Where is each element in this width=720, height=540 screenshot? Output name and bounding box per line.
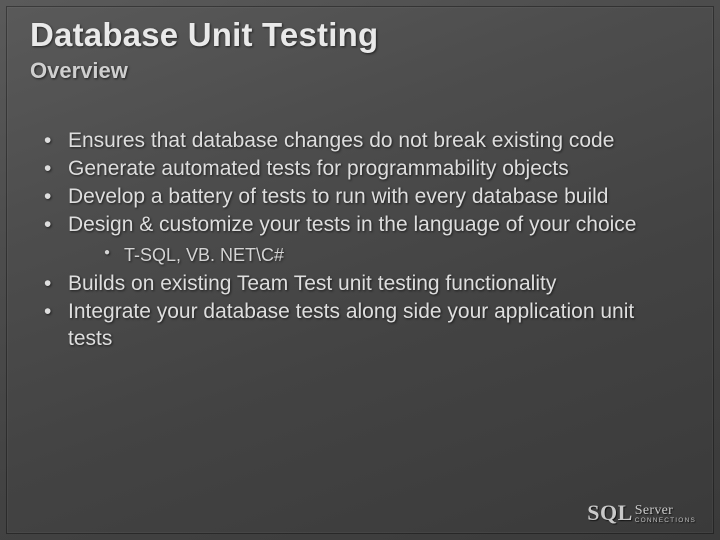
- list-item-text: Builds on existing Team Test unit testin…: [68, 272, 556, 295]
- list-item-text: Ensures that database changes do not bre…: [68, 129, 614, 152]
- logo-server-wrap: Server CONNECTIONS: [635, 505, 696, 523]
- list-item: Integrate your database tests along side…: [38, 299, 680, 353]
- sub-list-item: T-SQL, VB. NET\C#: [68, 243, 680, 267]
- footer-logo: SQL Server CONNECTIONS: [587, 500, 696, 526]
- slide-subtitle: Overview: [30, 58, 128, 84]
- list-item-text: Integrate your database tests along side…: [68, 300, 634, 350]
- list-item: Design & customize your tests in the lan…: [38, 212, 680, 267]
- list-item: Generate automated tests for programmabi…: [38, 156, 680, 183]
- logo-tagline: CONNECTIONS: [635, 518, 696, 524]
- logo-sql: SQL: [587, 500, 633, 526]
- logo-server: Server: [635, 505, 673, 517]
- sub-list-item-text: T-SQL, VB. NET\C#: [124, 245, 284, 265]
- slide: Database Unit Testing Overview Ensures t…: [0, 0, 720, 540]
- list-item-text: Generate automated tests for programmabi…: [68, 157, 569, 180]
- list-item-text: Develop a battery of tests to run with e…: [68, 185, 608, 208]
- list-item: Builds on existing Team Test unit testin…: [38, 271, 680, 298]
- list-item-text: Design & customize your tests in the lan…: [68, 213, 636, 236]
- slide-title: Database Unit Testing: [30, 16, 378, 54]
- slide-body: Ensures that database changes do not bre…: [38, 128, 680, 353]
- sub-bullet-list: T-SQL, VB. NET\C#: [68, 243, 680, 267]
- list-item: Ensures that database changes do not bre…: [38, 128, 680, 155]
- list-item: Develop a battery of tests to run with e…: [38, 184, 680, 211]
- bullet-list: Ensures that database changes do not bre…: [38, 128, 680, 352]
